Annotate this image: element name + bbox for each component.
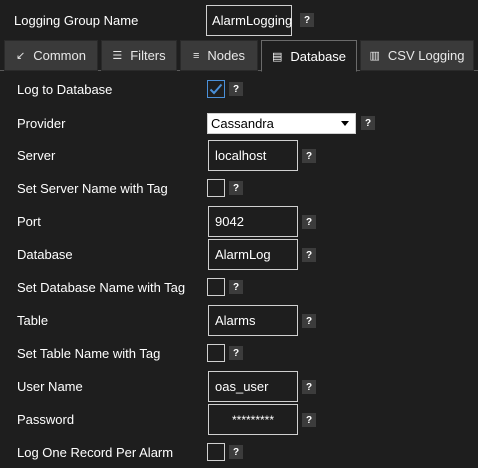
log-one-record-help-button[interactable]: ? [229,445,243,459]
tab-nodes-label: Nodes [207,48,245,63]
table-name-with-tag-checkbox[interactable] [207,344,225,362]
port-input[interactable]: 9042 [208,206,298,237]
csv-icon: ▥ [369,50,380,62]
table-help-button[interactable]: ? [302,314,316,328]
table-label: Table [17,313,49,328]
nodes-icon: ≡ [193,49,200,62]
log-one-record-label: Log One Record Per Alarm [17,445,174,460]
port-help-button[interactable]: ? [302,215,316,229]
provider-help-button[interactable]: ? [361,116,375,130]
provider-select[interactable]: Cassandra [207,113,356,134]
tab-database-label: Database [290,48,347,64]
database-input[interactable]: AlarmLog [208,239,298,270]
tab-database[interactable]: ▤ Database [261,40,357,72]
common-icon: ↙ [16,50,26,62]
tab-common[interactable]: ↙ Common [4,40,98,71]
provider-selected-value: Cassandra [211,116,274,131]
database-label: Database [17,247,73,262]
database-name-with-tag-label: Set Database Name with Tag [17,280,186,295]
tab-csv-logging[interactable]: ▥ CSV Logging [360,40,474,71]
password-label: Password [17,412,75,427]
server-label: Server [17,148,56,163]
checkmark-icon [209,83,223,95]
filters-icon: ☰ [112,50,123,62]
port-label: Port [17,214,41,229]
log-to-database-label: Log to Database [17,82,113,97]
password-input[interactable]: ********* [208,404,298,435]
database-icon: ▤ [271,50,283,63]
table-input[interactable]: Alarms [208,305,298,336]
tab-nodes[interactable]: ≡ Nodes [180,40,258,71]
database-name-with-tag-checkbox[interactable] [207,278,225,296]
password-help-button[interactable]: ? [302,413,316,427]
table-name-with-tag-label: Set Table Name with Tag [17,346,161,361]
group-name-help-button[interactable]: ? [300,13,314,27]
tab-bar: ↙ Common ☰ Filters ≡ Nodes ▤ Database ▥ … [0,38,478,72]
server-name-with-tag-checkbox[interactable] [207,179,225,197]
server-help-button[interactable]: ? [302,149,316,163]
user-name-help-button[interactable]: ? [302,380,316,394]
tab-filters[interactable]: ☰ Filters [101,40,177,71]
tab-common-label: Common [33,48,86,63]
server-input[interactable]: localhost [208,140,298,171]
provider-label: Provider [17,116,66,131]
server-name-with-tag-label: Set Server Name with Tag [17,181,168,196]
database-help-button[interactable]: ? [302,248,316,262]
user-name-label: User Name [17,379,83,394]
group-name-field[interactable]: AlarmLogging [206,5,292,36]
database-name-with-tag-help-button[interactable]: ? [229,280,243,294]
server-name-with-tag-help-button[interactable]: ? [229,181,243,195]
chevron-down-icon [341,121,349,126]
table-name-with-tag-help-button[interactable]: ? [229,346,243,360]
tab-csv-logging-label: CSV Logging [387,48,465,63]
log-to-database-checkbox[interactable] [207,80,225,98]
group-name-label: Logging Group Name [14,13,139,28]
tab-filters-label: Filters [130,48,166,63]
log-one-record-checkbox[interactable] [207,443,225,461]
user-name-input[interactable]: oas_user [208,371,298,402]
log-to-database-help-button[interactable]: ? [229,82,243,96]
